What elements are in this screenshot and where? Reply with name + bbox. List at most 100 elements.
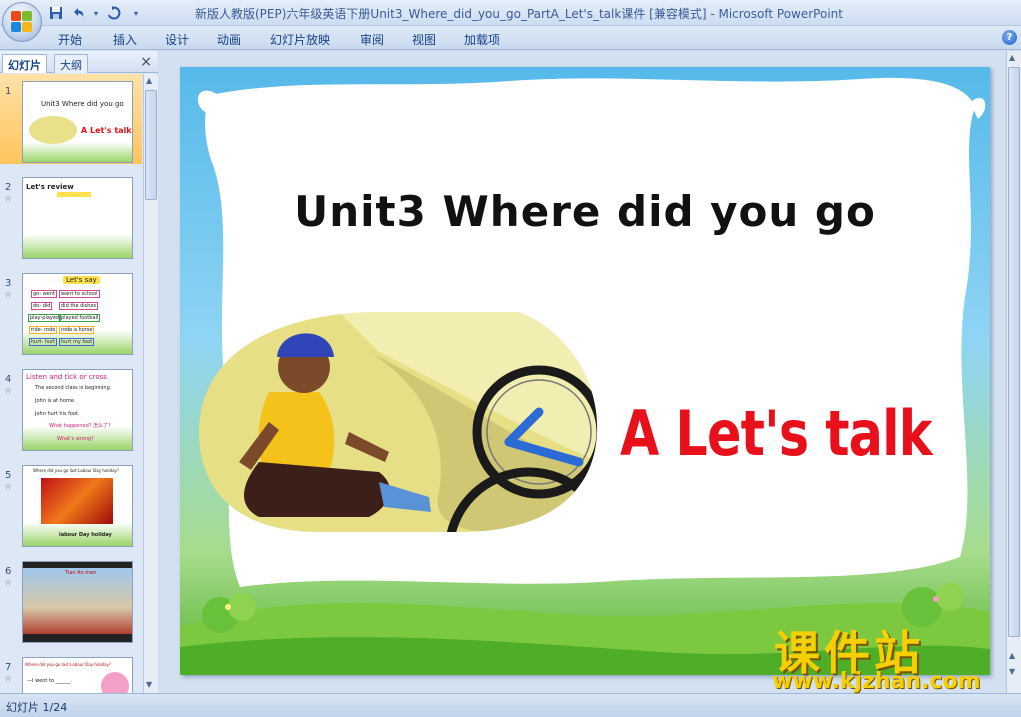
quick-access-toolbar: ▾ ▾	[48, 4, 144, 22]
document-title: 新版人教版(PEP)六年级英语下册Unit3_Where_did_you_go_…	[195, 7, 707, 21]
animation-star-icon: ☆	[4, 482, 13, 492]
scroll-thumb[interactable]	[1008, 67, 1020, 637]
site-watermark: 课件站 www.kjzhan.com	[768, 617, 1008, 694]
help-icon[interactable]: ?	[1002, 30, 1017, 45]
slide-title[interactable]: Unit3 Where did you go	[180, 187, 990, 236]
tab-home[interactable]: 开始	[58, 31, 82, 48]
tab-insert[interactable]: 插入	[113, 31, 137, 48]
thumbnail-text: did the dishes	[59, 302, 99, 310]
redo-icon[interactable]	[106, 5, 122, 21]
thumbnail-text: want to school	[59, 290, 100, 298]
slide-thumbnail-2[interactable]: 2 ☆ Let's review	[0, 170, 142, 260]
office-button[interactable]	[2, 2, 42, 42]
app-name: Microsoft PowerPoint	[718, 7, 843, 21]
scroll-down-icon[interactable]: ▼	[146, 680, 152, 689]
watermark-url: www.kjzhan.com	[772, 669, 981, 694]
scroll-thumb[interactable]	[145, 90, 157, 200]
next-slide-icon[interactable]: ▼	[1009, 667, 1015, 676]
slide-thumbnail-3[interactable]: 3 ☆ Let's say go- went want to school do…	[0, 266, 142, 356]
thumbnail-image: Where did you go last Labour Day holiday…	[22, 465, 133, 547]
office-logo-icon	[11, 11, 33, 33]
thumbnail-picture	[41, 478, 113, 524]
thumbnail-text: Where did you go last Labour Day holiday…	[25, 662, 112, 667]
window-title: 新版人教版(PEP)六年级英语下册Unit3_Where_did_you_go_…	[195, 5, 843, 22]
slide-counter: 幻灯片 1/24	[6, 701, 68, 714]
thumbnail-text: hurt- hurt	[29, 338, 58, 346]
animation-star-icon: ☆	[4, 194, 13, 204]
thumbnail-text: A Let's talk	[81, 126, 132, 135]
status-bar: 幻灯片 1/24	[0, 693, 1021, 717]
thumbnail-text: rode a horse	[59, 326, 95, 334]
thumbnail-text: go- went	[31, 290, 58, 298]
thumbnail-text: do- did	[31, 302, 53, 310]
thumbnail-text: —I went to ______.	[27, 678, 73, 684]
ribbon-tabs: 开始 插入 设计 动画 幻灯片放映 审阅 视图 加载项 ?	[0, 26, 1021, 50]
thumbnail-image: Unit3 Where did you go A Let's talk	[22, 81, 133, 163]
animation-star-icon: ☆	[4, 290, 13, 300]
thumbnail-picture	[23, 568, 132, 634]
thumbnail-text: Let's say	[63, 276, 100, 284]
thumbnail-label-box	[57, 192, 91, 197]
thumbnail-scrollbar[interactable]: ▲ ▼	[143, 74, 158, 693]
thumbnail-text: labour Day holiday	[59, 532, 112, 538]
title-separator: -	[706, 7, 719, 21]
thumbnail-text: Listen and tick or cross	[26, 373, 107, 381]
thumbnail-text: Unit3 Where did you go	[41, 100, 124, 108]
thumbnail-image: Where did you go last Labour Day holiday…	[22, 657, 133, 693]
thumbnail-text: John hurt his foot.	[35, 411, 80, 417]
animation-star-icon: ☆	[4, 674, 13, 684]
close-icon[interactable]: ×	[140, 54, 152, 70]
slide-subtitle[interactable]: A Let's talk	[620, 397, 933, 470]
slide-thumbnail-1[interactable]: 1 Unit3 Where did you go A Let's talk	[0, 74, 142, 164]
animation-star-icon: ☆	[4, 578, 13, 588]
tab-view[interactable]: 视图	[412, 31, 436, 48]
tab-animations[interactable]: 动画	[217, 31, 241, 48]
slide-thumbnail-5[interactable]: 5 ☆ Where did you go last Labour Day hol…	[0, 458, 142, 548]
thumbnail-text: Where did you go last Labour Day holiday…	[33, 468, 120, 473]
tab-design[interactable]: 设计	[165, 31, 189, 48]
tab-review[interactable]: 审阅	[360, 31, 384, 48]
slide-thumbnail-6[interactable]: 6 ☆ Tian An men	[0, 554, 142, 644]
tab-addins[interactable]: 加载项	[464, 31, 500, 48]
tab-outline[interactable]: 大纲	[54, 54, 88, 73]
slide-number: 5	[5, 470, 12, 481]
thumbnail-text: What's wrong?	[57, 436, 94, 442]
thumbnail-text: play-played	[28, 314, 62, 322]
slide-number: 6	[5, 566, 12, 577]
tab-slides[interactable]: 幻灯片	[2, 54, 47, 73]
animation-star-icon: ☆	[4, 386, 13, 396]
slide-number: 2	[5, 182, 12, 193]
customize-icon[interactable]: ▾	[128, 5, 144, 21]
thumbnail-image: Let's review	[22, 177, 133, 259]
thumbnail-text: Tian An men	[65, 570, 97, 576]
thumbnail-list: 1 Unit3 Where did you go A Let's talk 2 …	[0, 74, 142, 693]
thumbnail-text: John is at home.	[35, 398, 76, 404]
thumbnail-text: The second class is beginning.	[35, 385, 112, 391]
undo-icon[interactable]	[70, 5, 86, 21]
thumbnail-text: What happened? 怎么了?	[49, 423, 111, 429]
pane-tabs: 幻灯片 大纲 ×	[0, 51, 158, 73]
canvas-scrollbar[interactable]: ▲ ▲ ▼	[1006, 51, 1021, 693]
slide-number: 4	[5, 374, 12, 385]
tab-slideshow[interactable]: 幻灯片放映	[270, 31, 330, 48]
save-icon[interactable]	[48, 5, 64, 21]
current-slide[interactable]: Unit3 Where did you go A Let's talk	[180, 67, 990, 675]
thumbnail-text: played football	[59, 314, 101, 322]
undo-dropdown-icon[interactable]: ▾	[92, 5, 100, 21]
boy-bike-illustration	[199, 312, 598, 532]
slides-pane: 幻灯片 大纲 × 1 Unit3 Where did you go A Let'…	[0, 51, 158, 693]
thumbnail-image: Let's say go- went want to school do- di…	[22, 273, 133, 355]
slide-number: 1	[5, 86, 12, 97]
slide-number: 7	[5, 662, 12, 673]
scroll-up-icon[interactable]: ▲	[146, 76, 152, 85]
slide-canvas: Unit3 Where did you go A Let's talk	[159, 51, 1005, 693]
thumbnail-text: hurt my foot	[59, 338, 95, 346]
thumbnail-image: Tian An men	[22, 561, 133, 643]
title-bar: ▾ ▾ 新版人教版(PEP)六年级英语下册Unit3_Where_did_you…	[0, 0, 1021, 42]
slide-thumbnail-7[interactable]: 7 ☆ Where did you go last Labour Day hol…	[0, 650, 142, 693]
thumbnail-image: Listen and tick or cross The second clas…	[22, 369, 133, 451]
slide-thumbnail-4[interactable]: 4 ☆ Listen and tick or cross The second …	[0, 362, 142, 452]
previous-slide-icon[interactable]: ▲	[1009, 651, 1015, 660]
slide-number: 3	[5, 278, 12, 289]
scroll-up-icon[interactable]: ▲	[1009, 53, 1015, 62]
